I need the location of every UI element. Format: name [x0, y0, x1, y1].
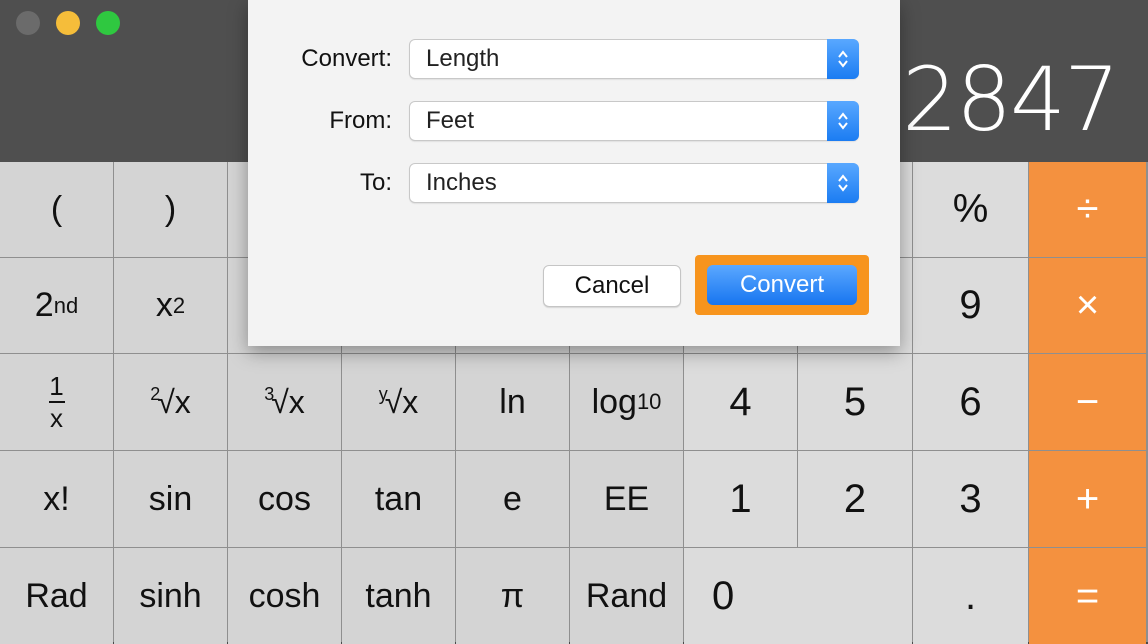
square-root-key[interactable]: 2 √x: [114, 354, 227, 450]
select-stepper-icon: [827, 101, 859, 141]
cube-root-symbol: 3 √x: [264, 384, 305, 421]
close-paren-key[interactable]: ): [114, 162, 227, 257]
reciprocal-denominator: x: [50, 403, 63, 433]
percent-key[interactable]: %: [913, 162, 1028, 257]
pi-key[interactable]: π: [456, 548, 569, 644]
second-key-sup: nd: [53, 292, 79, 318]
from-row: From: Feet: [248, 101, 900, 141]
second-key-base: 2: [34, 286, 54, 324]
from-unit-value: Feet: [426, 107, 475, 134]
to-label: To:: [359, 169, 392, 196]
log10-key[interactable]: log 10: [570, 354, 683, 450]
from-label: From:: [329, 107, 392, 134]
decimal-key[interactable]: .: [913, 548, 1028, 644]
two-key[interactable]: 2: [798, 451, 912, 547]
square-root-symbol: 2 √x: [150, 384, 191, 421]
sinh-key[interactable]: sinh: [114, 548, 227, 644]
open-paren-key[interactable]: (: [0, 162, 113, 257]
minus-key[interactable]: −: [1029, 354, 1146, 450]
six-key[interactable]: 6: [913, 354, 1028, 450]
y-root-key[interactable]: y √x: [342, 354, 455, 450]
convert-label: Convert:: [301, 45, 392, 72]
from-unit-select[interactable]: Feet: [409, 101, 859, 141]
plus-key[interactable]: +: [1029, 451, 1146, 547]
convert-row: Convert: Length: [248, 39, 900, 79]
root-body: √x: [157, 383, 191, 420]
cosh-key[interactable]: cosh: [228, 548, 341, 644]
root-body: √x: [271, 383, 305, 420]
select-stepper-icon: [827, 39, 859, 79]
reciprocal-key[interactable]: 1 x: [0, 354, 113, 450]
cube-root-key[interactable]: 3 √x: [228, 354, 341, 450]
select-stepper-icon: [827, 163, 859, 203]
three-key[interactable]: 3: [913, 451, 1028, 547]
to-unit-select[interactable]: Inches: [409, 163, 859, 203]
zoom-window-button[interactable]: [96, 11, 120, 35]
ee-key[interactable]: EE: [570, 451, 683, 547]
reciprocal-fraction: 1 x: [48, 371, 65, 433]
to-unit-value: Inches: [426, 169, 497, 196]
five-key[interactable]: 5: [798, 354, 912, 450]
x-squared-key[interactable]: x2: [114, 258, 227, 353]
nine-key[interactable]: 9: [913, 258, 1028, 353]
e-key[interactable]: e: [456, 451, 569, 547]
close-window-button[interactable]: [16, 11, 40, 35]
minimize-window-button[interactable]: [56, 11, 80, 35]
root-body: √x: [384, 383, 419, 420]
convert-button[interactable]: Convert: [707, 265, 857, 305]
factorial-key[interactable]: x!: [0, 451, 113, 547]
one-key[interactable]: 1: [684, 451, 797, 547]
calculator-display: 2847: [902, 48, 1120, 151]
equals-key[interactable]: =: [1029, 548, 1146, 644]
convert-type-select[interactable]: Length: [409, 39, 859, 79]
sin-key[interactable]: sin: [114, 451, 227, 547]
x-squared-sup: 2: [172, 292, 186, 318]
x-squared-base: x: [155, 286, 173, 324]
to-row: To: Inches: [248, 163, 900, 203]
log-base: log: [591, 382, 637, 421]
convert-dialog: Convert: Length From: Feet To: Inches Ca…: [248, 0, 900, 346]
cos-key[interactable]: cos: [228, 451, 341, 547]
reciprocal-numerator: 1: [49, 371, 64, 401]
rand-key[interactable]: Rand: [570, 548, 683, 644]
multiply-key[interactable]: ×: [1029, 258, 1146, 353]
second-key[interactable]: 2nd: [0, 258, 113, 353]
tanh-key[interactable]: tanh: [342, 548, 455, 644]
divide-key[interactable]: ÷: [1029, 162, 1146, 257]
log-subscript: 10: [636, 389, 662, 414]
tan-key[interactable]: tan: [342, 451, 455, 547]
four-key[interactable]: 4: [684, 354, 797, 450]
zero-key[interactable]: 0: [684, 548, 912, 644]
cancel-button[interactable]: Cancel: [543, 265, 681, 307]
ln-key[interactable]: ln: [456, 354, 569, 450]
rad-key[interactable]: Rad: [0, 548, 113, 644]
convert-type-value: Length: [426, 45, 500, 72]
y-root-symbol: y √x: [379, 384, 419, 421]
